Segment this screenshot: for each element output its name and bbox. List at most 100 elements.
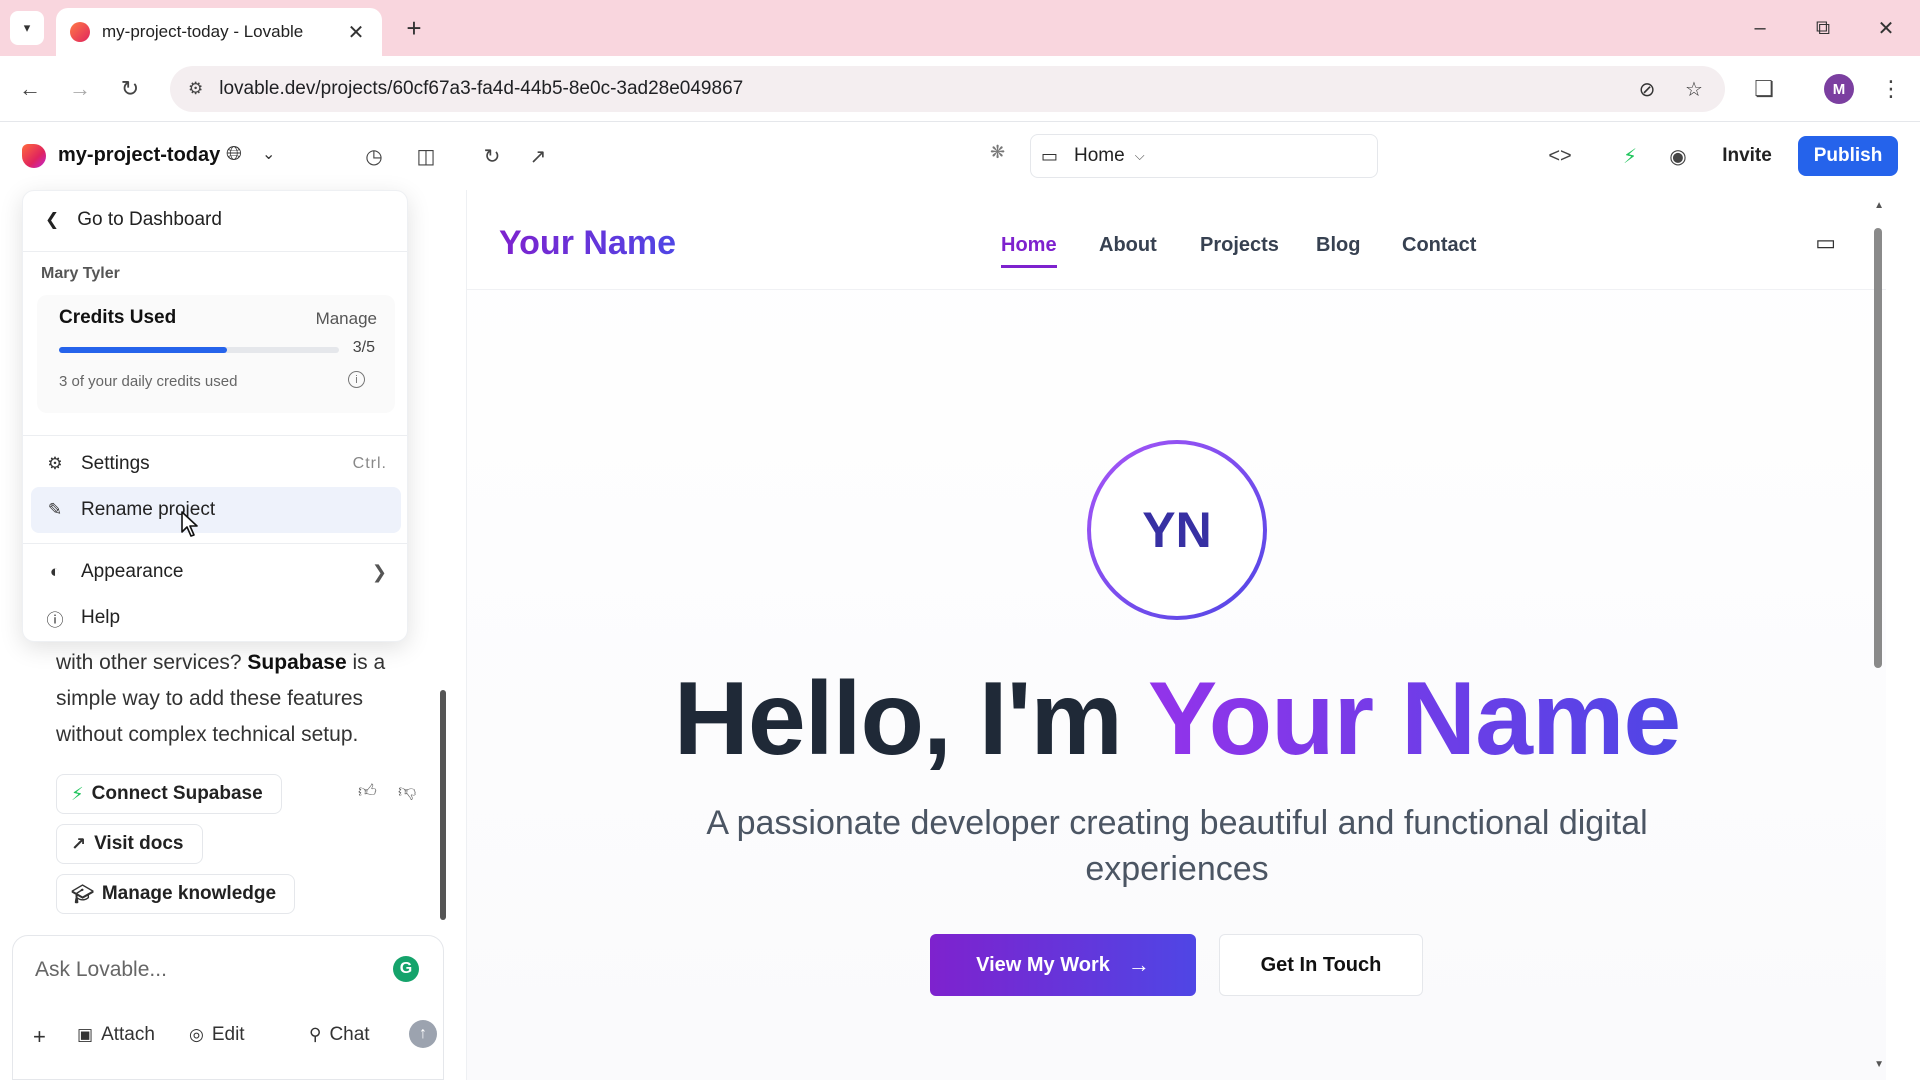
tab-search-chevron-icon[interactable]: ▾ bbox=[10, 11, 44, 45]
get-in-touch-button[interactable]: Get In Touch bbox=[1219, 934, 1423, 996]
supabase-bolt-icon[interactable]: ⚡︎ bbox=[1614, 140, 1646, 172]
site-nav-blog[interactable]: Blog bbox=[1316, 234, 1360, 257]
go-to-dashboard-link[interactable]: ❮ Go to Dashboard bbox=[45, 209, 222, 231]
open-external-icon[interactable]: ↗ bbox=[522, 140, 554, 172]
visit-docs-label: Visit docs bbox=[94, 833, 184, 854]
scroll-up-icon[interactable]: ▲ bbox=[1874, 200, 1884, 211]
chevron-down-icon[interactable]: ⌄ bbox=[262, 144, 275, 164]
minimize-icon[interactable]: – bbox=[1740, 12, 1780, 44]
thumbs-up-icon[interactable]: 👍︎ bbox=[358, 780, 377, 802]
connect-supabase-button[interactable]: ⚡︎ Connect Supabase bbox=[56, 774, 282, 814]
menu-item-settings[interactable]: ⚙ Settings Ctrl. bbox=[31, 441, 401, 487]
hero-name: Your Name bbox=[1147, 661, 1681, 777]
chat-input[interactable]: Ask Lovable... bbox=[35, 958, 167, 982]
chat-message: with other services? Supabase is a simpl… bbox=[56, 645, 416, 753]
visit-docs-button[interactable]: ↗ Visit docs bbox=[56, 824, 203, 864]
bookmark-star-icon[interactable]: ☆ bbox=[1675, 70, 1713, 108]
contrast-icon: ◐ bbox=[49, 562, 61, 581]
browser-menu-icon[interactable]: ⋮ bbox=[1876, 73, 1906, 105]
settings-shortcut: Ctrl. bbox=[352, 455, 387, 472]
thumbs-down-icon[interactable]: 👎︎ bbox=[398, 780, 416, 802]
new-tab-icon[interactable]: + bbox=[398, 12, 430, 44]
grammarly-icon[interactable]: G bbox=[393, 956, 419, 982]
back-icon[interactable]: ← bbox=[14, 73, 46, 105]
edit-label: Edit bbox=[211, 1024, 245, 1045]
forward-icon[interactable]: → bbox=[64, 73, 96, 105]
preview-scrollbar-thumb[interactable] bbox=[1874, 228, 1882, 668]
invite-button[interactable]: Invite bbox=[1706, 136, 1788, 176]
route-selector[interactable]: ▭ Home ⌵ bbox=[1030, 134, 1378, 178]
view-my-work-button[interactable]: View My Work → bbox=[930, 934, 1196, 996]
manage-knowledge-button[interactable]: 🎓︎ Manage knowledge bbox=[56, 874, 296, 914]
credits-card: Credits Used Manage 3/5 3 of your daily … bbox=[37, 295, 395, 413]
profile-avatar[interactable]: M bbox=[1824, 74, 1854, 104]
credits-progress-fill bbox=[59, 347, 227, 353]
graduation-cap-icon: 🎓︎ bbox=[71, 883, 94, 904]
chat-text-bold: Supabase bbox=[247, 651, 347, 674]
project-name[interactable]: my-project-today bbox=[58, 144, 220, 167]
site-nav-contact[interactable]: Contact bbox=[1402, 234, 1476, 257]
chat-mode-button[interactable]: ⚲ Chat bbox=[309, 1024, 370, 1046]
monitor-icon: ▭ bbox=[1041, 145, 1059, 166]
site-navbar: Your Name Home About Projects Blog Conta… bbox=[467, 190, 1886, 290]
publish-button[interactable]: Publish bbox=[1798, 136, 1898, 176]
preview-pane: Your Name Home About Projects Blog Conta… bbox=[466, 190, 1886, 1080]
lovable-logo-icon[interactable] bbox=[22, 144, 46, 168]
monitor-icon[interactable]: ▭ bbox=[1815, 230, 1836, 256]
preview-scrollbar[interactable]: ▲ ▼ bbox=[1872, 200, 1886, 1070]
plus-icon[interactable]: + bbox=[33, 1024, 46, 1050]
site-logo[interactable]: Your Name bbox=[499, 224, 676, 263]
edit-button[interactable]: ◎ Edit bbox=[189, 1024, 245, 1046]
credits-title: Credits Used bbox=[59, 307, 177, 328]
github-icon[interactable]: ◉ bbox=[1662, 140, 1694, 172]
send-icon[interactable]: ↑ bbox=[409, 1020, 437, 1048]
site-nav-about[interactable]: About bbox=[1099, 234, 1157, 257]
hero-prefix: Hello, I'm bbox=[673, 661, 1148, 777]
history-icon[interactable]: ◷ bbox=[358, 140, 390, 172]
route-label: Home bbox=[1074, 145, 1125, 166]
site-nav-projects[interactable]: Projects bbox=[1200, 234, 1279, 257]
chevron-right-icon: ❯ bbox=[371, 561, 387, 582]
credits-progress-bar bbox=[59, 347, 339, 353]
menu-item-help[interactable]: ⓘ Help bbox=[31, 595, 401, 641]
divider bbox=[23, 251, 407, 252]
menu-item-appearance[interactable]: ◐ Appearance ❯ bbox=[31, 549, 401, 595]
sidebar-toggle-icon[interactable]: ◫ bbox=[410, 140, 442, 172]
hero-title: Hello, I'm Your Name bbox=[467, 660, 1887, 779]
window-close-icon[interactable]: ✕ bbox=[1866, 12, 1906, 44]
menu-item-rename-project[interactable]: ✎ Rename project bbox=[31, 487, 401, 533]
manage-credits-link[interactable]: Manage bbox=[316, 309, 377, 329]
site-settings-icon[interactable]: ⚙ bbox=[188, 79, 203, 99]
code-icon[interactable]: <> bbox=[1544, 140, 1576, 172]
help-label: Help bbox=[81, 607, 121, 628]
site-nav-home[interactable]: Home bbox=[1001, 234, 1057, 268]
url-omnibox[interactable]: ⚙ lovable.dev/projects/60cf67a3-fa4d-44b… bbox=[170, 66, 1725, 112]
project-menu: ❮ Go to Dashboard Mary Tyler Credits Use… bbox=[22, 190, 408, 642]
reload-icon[interactable]: ↻ bbox=[114, 73, 146, 105]
restore-icon[interactable]: ⧉ bbox=[1803, 12, 1843, 44]
browser-tab[interactable]: my-project-today - Lovable ✕ bbox=[56, 8, 382, 56]
scroll-down-icon[interactable]: ▼ bbox=[1874, 1059, 1884, 1070]
extensions-icon[interactable]: ❏ bbox=[1748, 73, 1780, 105]
bolt-icon: ⚡︎ bbox=[71, 783, 84, 804]
chat-scrollbar[interactable] bbox=[440, 690, 446, 920]
lovable-favicon-icon bbox=[70, 22, 90, 42]
connect-supabase-label: Connect Supabase bbox=[91, 783, 263, 804]
hero-subtitle: A passionate developer creating beautifu… bbox=[706, 804, 1648, 888]
user-name: Mary Tyler bbox=[41, 265, 120, 282]
eye-off-icon[interactable]: ⊘ bbox=[1628, 70, 1666, 108]
view-my-work-label: View My Work bbox=[976, 953, 1110, 976]
divider bbox=[23, 543, 407, 544]
avatar-initials: YN bbox=[1091, 444, 1263, 616]
credits-count: 3/5 bbox=[352, 339, 375, 356]
target-icon: ◎ bbox=[189, 1025, 204, 1044]
attach-button[interactable]: ▣ Attach bbox=[77, 1024, 155, 1046]
lightbulb-icon: ⚲ bbox=[309, 1025, 322, 1044]
chevron-left-icon: ❮ bbox=[45, 210, 60, 229]
chat-input-box[interactable]: Ask Lovable... G + ▣ Attach ◎ Edit ⚲ Cha… bbox=[12, 935, 444, 1080]
chat-text-1: with other services? bbox=[56, 651, 248, 674]
info-icon[interactable]: i bbox=[348, 371, 365, 388]
refresh-preview-icon[interactable]: ↻ bbox=[476, 140, 508, 172]
tab-close-icon[interactable]: ✕ bbox=[344, 20, 368, 45]
globe-icon[interactable]: 🌐︎ bbox=[226, 143, 242, 166]
